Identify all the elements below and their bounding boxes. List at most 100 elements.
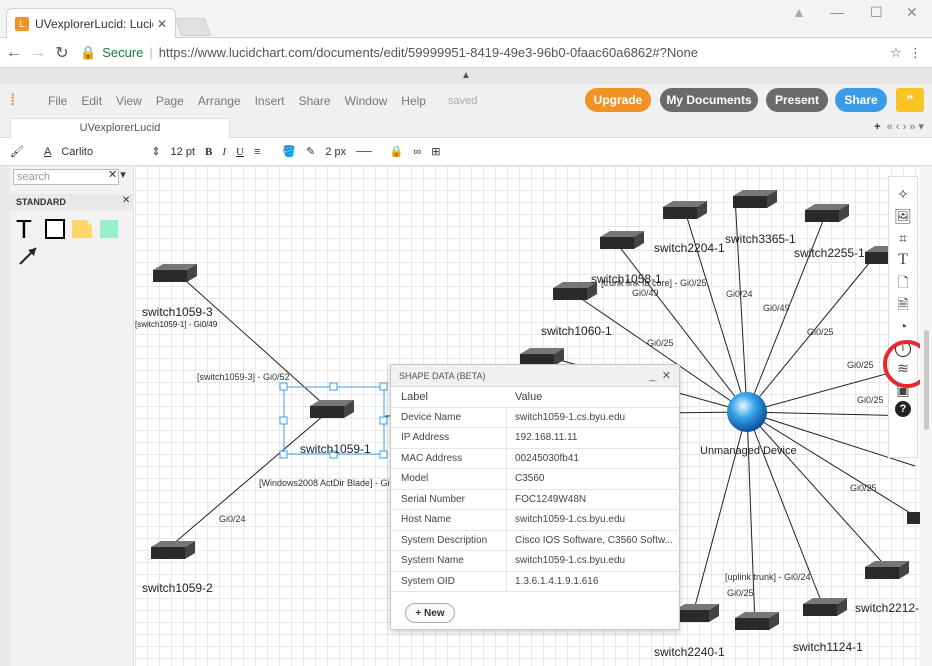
minimize-panel-icon[interactable]: _ ✕ [650,369,671,382]
edge-label: [Windows2008 ActDir Blade] - Gi0 [259,478,395,488]
node-label: switch1059-2 [142,581,213,595]
font-size-field[interactable]: 12 pt [171,146,195,158]
page-icon[interactable]: 🗋 [897,271,908,293]
edge-label: Gi0/25 [807,327,834,337]
row-value[interactable]: 00245030fb41 [507,453,679,464]
edge-label: Gi0/25 [857,395,884,405]
help-icon[interactable]: ? [895,401,911,417]
document-icon[interactable]: 🗎 [897,293,908,315]
upgrade-button[interactable]: Upgrade [585,88,651,112]
font-chevron-icon[interactable]: ⇕ [151,145,160,158]
table-row[interactable]: System Name switch1059-1.cs.byu.edu [391,551,679,572]
scrollbar-thumb[interactable] [924,330,929,430]
menu-view[interactable]: View [116,94,142,108]
maximize-icon[interactable]: ☐ [870,4,883,21]
url-separator: | [149,45,153,60]
secure-label: Secure [102,45,144,60]
forward-icon[interactable]: → [28,44,48,62]
table-row[interactable]: Host Name switch1059-1.cs.byu.edu [391,510,679,531]
menu-window[interactable]: Window [345,94,388,108]
row-value[interactable]: 1.3.6.1.4.1.9.1.616 [507,576,679,587]
shape-library-sidebar: search ✕ ▾ STANDARD ✕ T [10,166,134,666]
row-value[interactable]: 192.168.11.11 [507,432,679,443]
text-shape-icon[interactable]: T [16,214,32,244]
row-value[interactable]: C3560 [507,473,679,484]
menu-arrange[interactable]: Arrange [198,94,241,108]
present-button[interactable]: Present [766,88,828,112]
sidebar-collapse-handle[interactable] [0,166,10,666]
row-value[interactable]: switch1059-1.cs.byu.edu [507,412,679,423]
menu-share[interactable]: Share [299,94,331,108]
table-row[interactable]: Device Name switch1059-1.cs.byu.edu [391,407,679,428]
shape-palette: T [16,214,118,265]
node-label: switch1059-3 [142,305,213,319]
history-icon[interactable]: ◔ [899,315,907,337]
menu-file[interactable]: File [48,94,67,108]
image-icon[interactable]: 🖼 [894,205,912,227]
format-painter-icon[interactable]: 🖌 [10,145,24,158]
line-color-icon[interactable]: ✎ [306,145,315,158]
lucid-logo-icon[interactable]: ⁞ [10,92,34,110]
lock-shape-icon[interactable]: 🔒 [390,145,404,158]
font-select[interactable]: Carlito [61,146,141,158]
menu-insert[interactable]: Insert [255,94,285,108]
table-row[interactable]: IP Address 192.168.11.11 [391,428,679,449]
share-button[interactable]: Share [835,88,887,112]
row-label: System OID [391,571,507,591]
panel-title: SHAPE DATA (BETA) [399,370,486,381]
my-documents-button[interactable]: My Documents [660,88,758,112]
bookmark-star-icon[interactable]: ☆ ⋮ [890,45,922,61]
fill-color-icon[interactable]: 🪣 [282,145,296,158]
row-value[interactable]: FOC1249W48N [507,494,679,505]
browser-tab[interactable]: L UVexplorerLucid: Lucidc ✕ [6,8,176,38]
underline-icon[interactable]: U [236,146,244,158]
menu-edit[interactable]: Edit [81,94,102,108]
line-width-field[interactable]: 2 px [325,146,346,158]
chat-icon[interactable]: ❞ [896,88,924,112]
table-row[interactable]: System OID 1.3.6.1.4.1.9.1.616 [391,571,679,592]
add-shape-icon[interactable]: ⊞ [431,145,440,158]
table-row[interactable]: System Description Cisco IOS Software, C3… [391,530,679,551]
row-value[interactable]: switch1059-1.cs.byu.edu [507,555,679,566]
crop-icon[interactable]: ⌗ [899,227,907,249]
crosshair-icon[interactable]: ✧ [897,183,909,205]
align-icon[interactable]: ≡ [254,146,260,158]
globe-hub-icon[interactable] [727,392,767,432]
lock-icon: 🔒 [80,44,97,60]
minimize-icon[interactable]: — [830,4,844,20]
page-navigation[interactable]: + « ‹ › » ▾ [874,120,924,133]
close-section-icon[interactable]: ✕ [122,195,130,206]
bold-icon[interactable]: B [205,146,212,158]
table-row[interactable]: MAC Address 00245030fb41 [391,448,679,469]
page-tab[interactable]: UVexplorerLucid [10,118,230,138]
row-value[interactable]: Cisco IOS Software, C3560 Softw... [507,535,679,546]
panel-header[interactable]: SHAPE DATA (BETA) _ ✕ [391,365,679,387]
row-value[interactable]: switch1059-1.cs.byu.edu [507,514,679,525]
rectangle-shape-icon[interactable] [45,219,65,239]
search-input[interactable]: search [13,169,119,185]
note-shape-icon[interactable] [72,220,92,238]
back-icon[interactable]: ← [4,44,24,62]
line-style-icon[interactable]: ── [356,146,372,158]
close-window-icon[interactable]: ✕ [906,4,918,21]
clear-search-icon[interactable]: ✕ ▾ [108,168,126,181]
menu-page[interactable]: Page [156,94,184,108]
new-data-button[interactable]: + New [405,603,455,623]
text-icon[interactable]: T [898,249,908,271]
standard-section-header[interactable]: STANDARD [10,194,134,210]
row-label: System Name [391,551,507,571]
collapse-header-toggle[interactable]: ▲ [0,68,932,84]
menu-help[interactable]: Help [401,94,426,108]
close-tab-icon[interactable]: ✕ [157,17,167,31]
url-field[interactable]: 🔒 Secure | https://www.lucidchart.com/do… [80,42,932,64]
table-row[interactable]: Serial Number FOC1249W48N [391,489,679,510]
profile-icon[interactable]: ▲ [792,4,806,20]
text-color-icon[interactable]: A [44,146,51,158]
edge-label: Gi0/49 [763,303,790,313]
table-row[interactable]: Model C3560 [391,469,679,490]
link-icon[interactable]: ∞ [413,146,421,158]
italic-icon[interactable]: I [222,146,226,158]
new-tab-button[interactable] [174,18,212,36]
reload-icon[interactable]: ↻ [52,43,72,63]
block-shape-icon[interactable] [100,220,118,238]
